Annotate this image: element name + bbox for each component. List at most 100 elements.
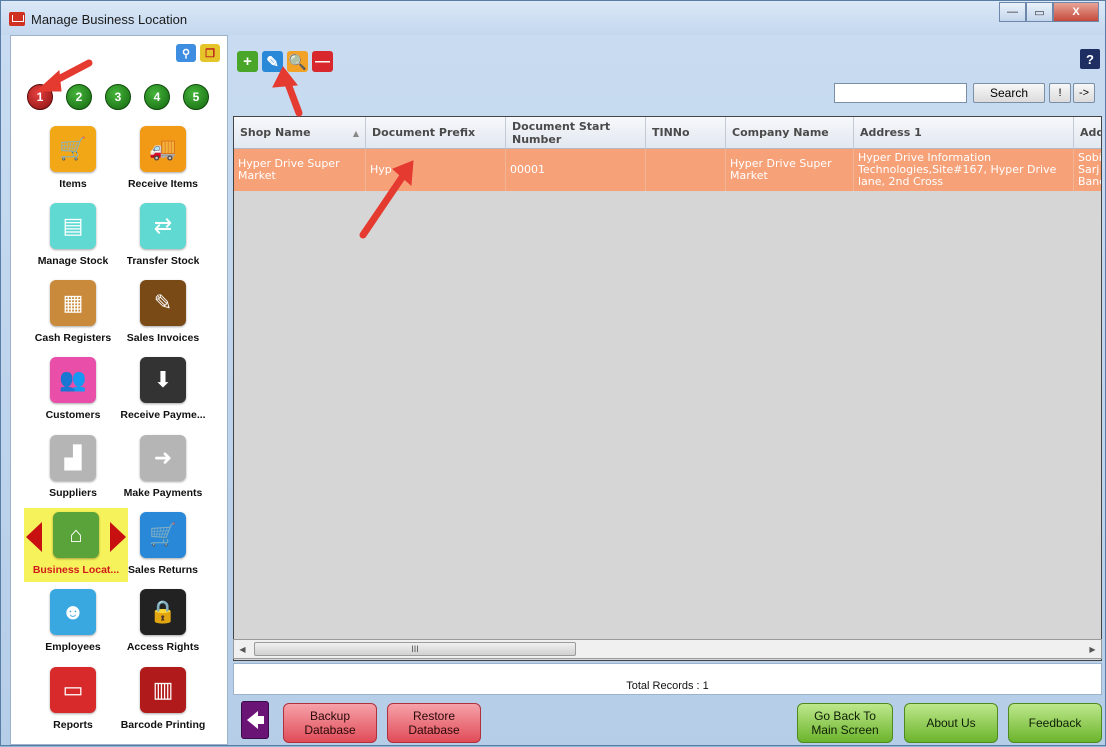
search-button[interactable]: Search (973, 83, 1045, 103)
maximize-button[interactable]: ▭ (1026, 2, 1053, 22)
page-selector: 1 2 3 4 5 (27, 84, 209, 110)
sidebar-item-invoice[interactable]: ✎ Sales Invoices (115, 276, 211, 350)
sidebar-item-employee[interactable]: ☻ Employees (25, 585, 121, 659)
factory-payment-icon: ➜ (140, 435, 186, 481)
shopping-cart-icon: 🛒 (50, 126, 96, 172)
add-icon[interactable]: + (237, 51, 258, 72)
close-button[interactable]: X (1053, 2, 1099, 22)
edit-icon[interactable]: ✎ (262, 51, 283, 72)
sidebar-item-reports[interactable]: ▭ Reports (25, 663, 121, 737)
col-company-name[interactable]: Company Name (726, 117, 854, 149)
delete-icon[interactable]: — (312, 51, 333, 72)
sidebar-item-label: Transfer Stock (126, 255, 200, 267)
scroll-right-icon[interactable]: ▶ (1084, 640, 1101, 658)
sidebar-windows-icon[interactable]: ❐ (200, 44, 220, 62)
employee-icon: ☻ (50, 589, 96, 635)
page-1-button[interactable]: 1 (27, 84, 53, 110)
sidebar-search-icon[interactable]: ⚲ (176, 44, 196, 62)
exclaim-button[interactable]: ! (1049, 83, 1071, 103)
sidebar-item-label: Receive Payme... (120, 409, 206, 421)
sidebar-item-barcode[interactable]: ▥ Barcode Printing (115, 663, 211, 737)
sidebar-item-factory[interactable]: ▟ Suppliers (25, 431, 121, 505)
factory-icon: ▟ (50, 435, 96, 481)
title-bar: Manage Business Location — ▭ X (1, 1, 1105, 35)
col-address-1[interactable]: Address 1 (854, 117, 1074, 149)
about-us-button[interactable]: About Us (904, 703, 998, 743)
sidebar-item-label: Sales Returns (127, 564, 199, 576)
locations-grid: Shop Name ▲ Document Prefix Document Sta… (233, 116, 1102, 661)
scroll-left-icon[interactable]: ◀ (234, 640, 251, 658)
sidebar-item-label: Suppliers (49, 487, 97, 499)
customers-icon: 👥 (50, 357, 96, 403)
invoice-icon: ✎ (140, 280, 186, 326)
restore-database-button[interactable]: Restore Database (387, 703, 481, 743)
sidebar-item-label: Barcode Printing (120, 719, 206, 731)
page-2-button[interactable]: 2 (66, 84, 92, 110)
back-arrow-icon (246, 711, 258, 729)
sidebar-item-truck[interactable]: 🚚 Receive Items (115, 122, 211, 196)
sidebar-item-label: Customers (45, 409, 101, 421)
sidebar-item-factory-payment[interactable]: ➜ Make Payments (115, 431, 211, 505)
sidebar-item-label: Business Locat... (32, 564, 120, 576)
next-button[interactable]: -> (1073, 83, 1095, 103)
grid-header: Shop Name ▲ Document Prefix Document Sta… (234, 117, 1101, 149)
cell-document-start-number: 00001 (506, 149, 646, 191)
search-input[interactable] (834, 83, 967, 103)
col-document-prefix[interactable]: Document Prefix (366, 117, 506, 149)
page-5-button[interactable]: 5 (183, 84, 209, 110)
sort-ascending-icon: ▲ (352, 129, 359, 138)
sidebar-item-receive-payment[interactable]: ⬇ Receive Payme... (115, 353, 211, 427)
truck-icon: 🚚 (140, 126, 186, 172)
back-arrow-stem (257, 716, 264, 724)
go-back-main-screen-button[interactable]: Go Back To Main Screen (797, 703, 893, 743)
horizontal-scrollbar[interactable]: ◀ III ▶ (233, 639, 1102, 659)
sidebar-item-cash-register[interactable]: ▦ Cash Registers (25, 276, 121, 350)
table-row[interactable]: Hyper Drive Super Market Hyp 00001 Hyper… (234, 149, 1101, 191)
selected-left-arrow-icon (26, 522, 42, 552)
sidebar-item-shopping-cart[interactable]: 🛒 Items (25, 122, 121, 196)
sidebar-item-transfer-boxes[interactable]: ⇄ Transfer Stock (115, 199, 211, 273)
sidebar-item-customers[interactable]: 👥 Customers (25, 353, 121, 427)
app-cart-icon (9, 12, 25, 26)
transfer-boxes-icon: ⇄ (140, 203, 186, 249)
sidebar-tools: ⚲ ❐ (176, 44, 220, 62)
application-window: Manage Business Location — ▭ X ⚲ ❐ 1 2 3… (0, 0, 1106, 746)
find-icon[interactable]: 🔍 (287, 51, 308, 72)
cell-shop-name: Hyper Drive Super Market (234, 149, 366, 191)
business-location-icon: ⌂ (53, 512, 99, 558)
module-sidebar: ⚲ ❐ 1 2 3 4 5 🛒 Items 🚚 Receive Items ▤ Manag… (10, 35, 228, 745)
sidebar-item-label: Make Payments (123, 487, 203, 499)
col-shop-name[interactable]: Shop Name ▲ (234, 117, 366, 149)
sidebar-item-label: Cash Registers (34, 332, 112, 344)
col-label: Shop Name (240, 126, 311, 139)
backup-database-button[interactable]: Backup Database (283, 703, 377, 743)
sidebar-item-label: Items (59, 178, 87, 190)
sidebar-item-label: Sales Invoices (126, 332, 200, 344)
page-3-button[interactable]: 3 (105, 84, 131, 110)
page-4-button[interactable]: 4 (144, 84, 170, 110)
window-controls: — ▭ X (999, 2, 1099, 22)
reports-icon: ▭ (50, 667, 96, 713)
sidebar-item-label: Reports (53, 719, 93, 731)
stock-trolley-icon: ▤ (50, 203, 96, 249)
sidebar-item-label: Manage Stock (37, 255, 109, 267)
feedback-button[interactable]: Feedback (1008, 703, 1102, 743)
back-arrow-button[interactable] (241, 701, 269, 739)
col-document-start-number[interactable]: Document Start Number (506, 117, 646, 149)
scroll-thumb[interactable]: III (254, 642, 576, 656)
sidebar-item-stock-trolley[interactable]: ▤ Manage Stock (25, 199, 121, 273)
arrow-to-edit (283, 77, 303, 117)
col-address-2[interactable]: Add (1074, 117, 1101, 149)
cell-document-prefix: Hyp (366, 149, 506, 191)
window-title: Manage Business Location (31, 12, 188, 27)
record-toolbar: + ✎ 🔍 — (237, 51, 333, 72)
sales-returns-icon: 🛒 (140, 512, 186, 558)
minimize-button[interactable]: — (999, 2, 1026, 22)
col-tinno[interactable]: TINNo (646, 117, 726, 149)
cell-address-1: Hyper Drive Information Technologies,Sit… (854, 149, 1074, 191)
sidebar-item-business-location[interactable]: ⌂ Business Locat... (24, 508, 128, 582)
help-icon[interactable]: ? (1080, 49, 1100, 69)
sidebar-item-lock-key[interactable]: 🔒 Access Rights (115, 585, 211, 659)
sidebar-item-sales-returns[interactable]: 🛒 Sales Returns (115, 508, 211, 582)
cell-company-name: Hyper Drive Super Market (726, 149, 854, 191)
